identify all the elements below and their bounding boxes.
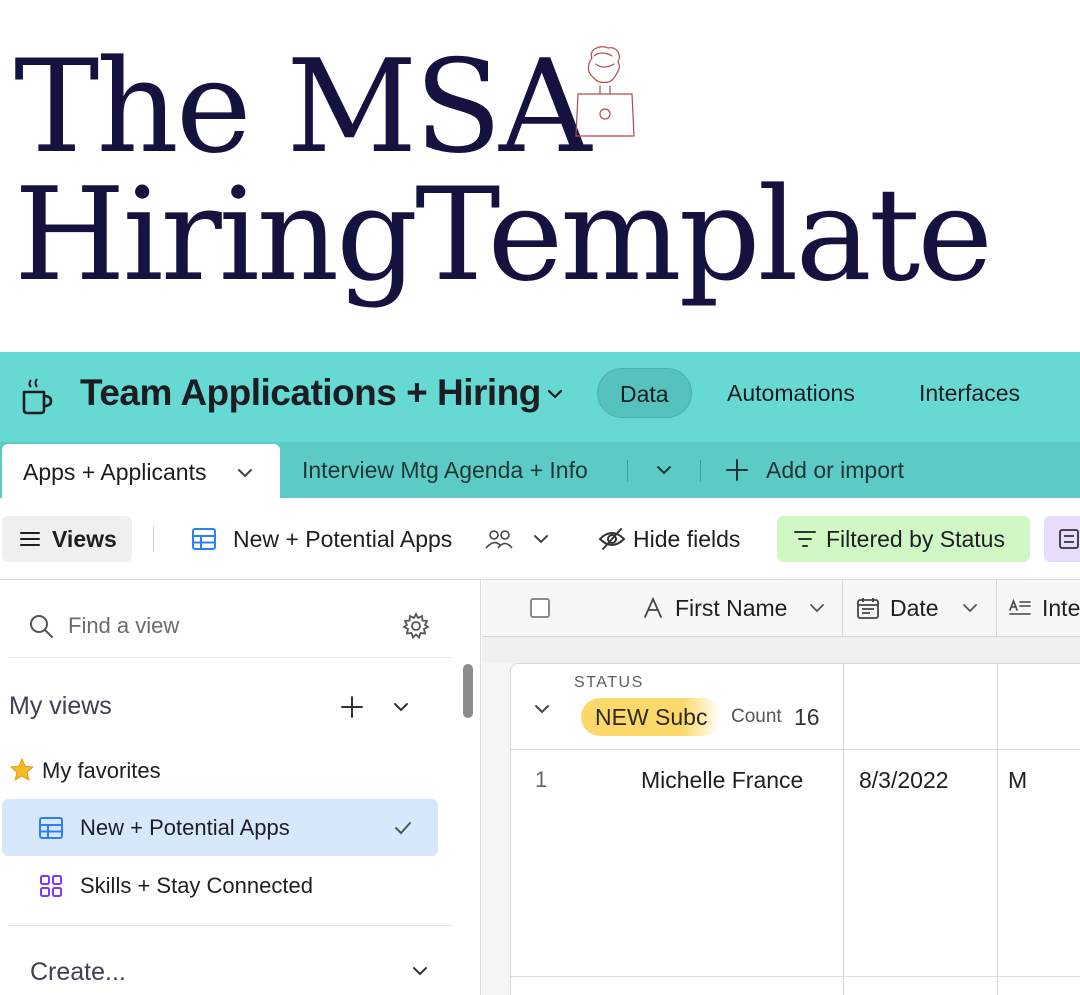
chevron-down-icon[interactable] xyxy=(409,960,431,982)
my-favorites-heading: My favorites xyxy=(42,758,161,783)
add-or-import-button[interactable]: Add or import xyxy=(766,442,904,498)
tab-divider xyxy=(700,460,701,482)
hamburger-icon xyxy=(20,532,40,546)
star-icon xyxy=(9,757,35,782)
cell-first-name[interactable]: Michelle France xyxy=(641,750,803,810)
checkmark-icon xyxy=(395,822,411,835)
chevron-down-icon[interactable] xyxy=(543,382,567,406)
current-view-name[interactable]: New + Potential Apps xyxy=(233,516,452,562)
chevron-down-icon[interactable] xyxy=(531,698,553,720)
table-tab-bar: Apps + Applicants Interview Mtg Agenda +… xyxy=(0,442,1080,500)
status-badge: NEW Subc xyxy=(581,698,721,736)
hero-title-line-2: HiringTemplate xyxy=(14,161,993,310)
views-sidebar: My views My favorites New + Potential Ap… xyxy=(0,580,481,995)
tab-apps-applicants[interactable]: Apps + Applicants xyxy=(2,444,280,500)
eye-slash-icon xyxy=(598,528,626,550)
grid-spacer xyxy=(482,637,1080,663)
collaborative-view-icon xyxy=(485,530,513,549)
plus-icon[interactable] xyxy=(724,457,750,483)
hide-fields-button[interactable]: Hide fields xyxy=(633,516,740,562)
filter-icon xyxy=(794,531,816,547)
chevron-down-icon[interactable] xyxy=(530,528,552,550)
tab-divider xyxy=(627,460,628,482)
group-count: 16 xyxy=(794,704,820,730)
search-icon xyxy=(30,615,53,638)
views-toggle-button[interactable]: Views xyxy=(2,516,132,562)
group-button[interactable] xyxy=(1044,516,1080,562)
chevron-down-icon[interactable] xyxy=(390,696,412,718)
view-toolbar: Views New + Potential Apps Hide fields F… xyxy=(0,498,1080,580)
group-field-label: STATUS xyxy=(574,674,644,691)
records-grid: First Name Date Inte STATUS NEW Subc Cou… xyxy=(482,580,1080,995)
long-text-icon xyxy=(1009,598,1031,615)
sidebar-scrollbar[interactable] xyxy=(463,664,473,718)
coffee-cup-icon[interactable] xyxy=(20,376,54,416)
create-view-heading[interactable]: Create... xyxy=(30,958,126,987)
app-header: Team Applications + Hiring Data Automati… xyxy=(0,352,1080,442)
chevron-down-icon[interactable] xyxy=(807,598,827,618)
person-with-laptop-sketch-icon xyxy=(575,46,635,137)
toolbar-divider xyxy=(153,526,154,552)
gallery-view-icon xyxy=(40,875,62,897)
hero-title-line-1: The MSA xyxy=(14,33,591,182)
sidebar-item-label: New + Potential Apps xyxy=(80,815,290,840)
sidebar-item-new-potential-apps[interactable]: New + Potential Apps xyxy=(2,799,438,856)
plus-icon[interactable] xyxy=(340,695,364,719)
filter-label: Filtered by Status xyxy=(826,526,1005,552)
divider xyxy=(8,925,452,926)
group-header[interactable]: STATUS NEW Subc Count 16 xyxy=(511,664,1080,750)
chevron-down-icon[interactable] xyxy=(234,462,256,484)
chevron-down-icon[interactable] xyxy=(960,598,980,618)
select-all-checkbox[interactable] xyxy=(530,598,550,618)
chevron-down-icon[interactable] xyxy=(652,458,676,482)
base-title[interactable]: Team Applications + Hiring xyxy=(80,372,541,414)
tab-label: Apps + Applicants xyxy=(23,459,207,485)
filter-button[interactable]: Filtered by Status xyxy=(777,516,1030,562)
text-a-icon xyxy=(644,597,662,618)
find-view-input[interactable] xyxy=(68,605,368,647)
status-badge-label: NEW Subc xyxy=(595,704,708,730)
grid-view-icon xyxy=(39,817,63,839)
tab-interview-agenda[interactable]: Interview Mtg Agenda + Info xyxy=(302,442,588,498)
nav-data-tab[interactable]: Data xyxy=(597,368,692,418)
grid-view-icon xyxy=(192,528,216,550)
cell-interview[interactable]: M xyxy=(1008,750,1027,810)
row-divider xyxy=(511,976,1080,977)
table-row[interactable]: 1 Michelle France 8/3/2022 M xyxy=(511,750,1080,810)
group-list-icon xyxy=(1059,529,1079,549)
my-views-heading: My views xyxy=(9,692,112,720)
calendar-icon xyxy=(857,598,879,619)
sidebar-item-label: Skills + Stay Connected xyxy=(80,873,313,898)
cell-date[interactable]: 8/3/2022 xyxy=(859,750,949,810)
hero-banner: The MSA HiringTemplate xyxy=(0,0,1080,352)
sidebar-item-skills-stay-connected[interactable]: Skills + Stay Connected xyxy=(2,857,438,914)
nav-interfaces-tab[interactable]: Interfaces xyxy=(897,368,1042,418)
grid-header-row: First Name Date Inte xyxy=(482,580,1080,637)
group-count-label: Count xyxy=(731,706,782,727)
status-group: STATUS NEW Subc Count 16 1 Michelle Fran… xyxy=(510,663,1080,995)
column-header-first-name[interactable]: First Name xyxy=(675,580,787,637)
row-number: 1 xyxy=(535,767,548,792)
divider xyxy=(8,657,452,658)
nav-automations-tab[interactable]: Automations xyxy=(705,368,877,418)
views-label: Views xyxy=(52,526,117,552)
column-header-interview[interactable]: Inte xyxy=(1042,580,1080,637)
column-header-date[interactable]: Date xyxy=(890,580,939,637)
gear-icon[interactable] xyxy=(402,612,430,640)
